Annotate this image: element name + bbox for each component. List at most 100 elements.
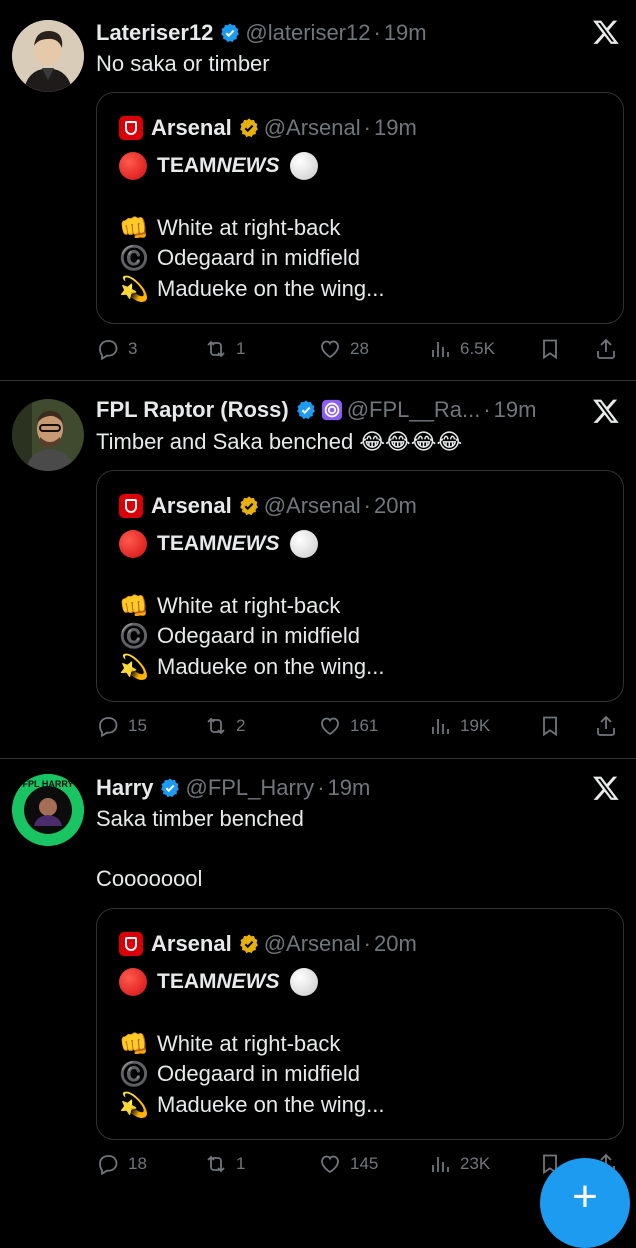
tweet-actions: 18 1 145 23K [96,1148,622,1180]
verified-badge-icon [221,23,240,43]
verified-badge-icon [161,778,180,798]
oncoming-fist-icon: 👊 [119,592,149,620]
fpl-harry-logo-icon: FPL HARRY [12,774,84,846]
oncoming-fist-icon: 👊 [119,214,149,242]
timestamp[interactable]: 19m [494,397,537,423]
repost-button[interactable]: 2 [204,710,245,742]
quoted-timestamp[interactable]: 20m [374,493,417,519]
compose-button[interactable]: + [540,1158,630,1248]
separator-dot: · [317,775,325,800]
quote-line-text: Madueke on the wing... [157,276,385,301]
copyright-icon: ©️ [119,1060,149,1088]
bookmark-button[interactable] [538,333,570,365]
view-count: 23K [460,1154,491,1173]
x-logo-icon[interactable] [592,774,620,802]
like-count: 161 [350,716,379,735]
timestamp[interactable]: 19m [328,775,371,801]
x-logo-icon[interactable] [592,18,620,46]
quoted-tweet[interactable]: Arsenal @Arsenal · 20m TEAM NEWS 👊 White … [96,908,624,1140]
like-button[interactable]: 161 [318,710,378,742]
white-circle-icon [289,152,318,180]
verified-badge-icon [296,400,315,420]
user-handle[interactable]: @FPL__Ra... [347,397,481,423]
repost-button[interactable]: 1 [204,333,245,365]
tweet[interactable]: Lateriser12 @lateriser12 · 19m No saka o… [0,0,636,381]
reply-button[interactable]: 15 [96,710,147,742]
affiliate-badge-icon [321,399,342,421]
views-chart-icon [432,342,449,357]
teamnews-news: NEWS [216,154,280,177]
heart-icon [321,1155,339,1174]
dizzy-icon: 💫 [119,275,149,303]
avatar[interactable]: FPL HARRY [12,774,84,846]
avatar[interactable] [12,20,84,92]
oncoming-fist-icon: 👊 [119,1030,149,1058]
copyright-icon: ©️ [119,622,149,650]
like-count: 28 [350,339,369,358]
avatar-text: FPL HARRY [22,779,73,789]
white-circle-icon [289,968,318,996]
tweet[interactable]: FPL Raptor (Ross) @FPL__Ra... · 19m Timb… [0,381,636,759]
view-count: 19K [460,716,491,735]
quoted-tweet[interactable]: Arsenal @Arsenal · 19m TEAM NEWS 👊 White … [96,92,624,324]
quoted-display-name[interactable]: Arsenal [151,493,232,519]
views-button[interactable]: 6.5K [428,333,495,365]
quote-line-text: Odegaard in midfield [157,1061,361,1086]
separator-dot: · [483,397,491,422]
share-icon [597,338,615,359]
quote-line: 👊 White at right-back [119,591,340,621]
arsenal-crest-icon [119,932,143,956]
display-name[interactable]: Harry [96,775,153,801]
quote-line-text: Odegaard in midfield [157,245,361,270]
teamnews-team: TEAM [157,154,217,177]
red-circle-icon [119,968,147,996]
teamnews-team: TEAM [157,970,217,993]
display-name[interactable]: Lateriser12 [96,20,213,46]
separator-dot: · [363,493,371,518]
avatar[interactable] [12,399,84,471]
quoted-display-name[interactable]: Arsenal [151,115,232,141]
red-circle-icon [119,530,147,558]
quote-line: ©️ Odegaard in midfield [119,621,360,651]
tweet[interactable]: FPL HARRY Harry @FPL_Harry · 19m Saka ti… [0,759,636,1200]
repost-button[interactable]: 1 [204,1148,245,1180]
reply-button[interactable]: 3 [96,333,137,365]
repost-icon [207,340,225,358]
separator-dot: · [363,931,371,956]
quote-line-text: White at right-back [157,1031,341,1056]
quoted-handle[interactable]: @Arsenal [264,115,361,141]
reply-count: 3 [128,339,138,358]
quote-line: ©️ Odegaard in midfield [119,243,360,273]
user-handle[interactable]: @FPL_Harry [185,775,314,801]
quoted-handle[interactable]: @Arsenal [264,931,361,957]
quote-line: ©️ Odegaard in midfield [119,1059,360,1089]
quoted-display-name[interactable]: Arsenal [151,931,232,957]
quoted-tweet[interactable]: Arsenal @Arsenal · 20m TEAM NEWS 👊 White … [96,470,624,702]
bookmark-button[interactable] [538,710,570,742]
teamnews-team: TEAM [157,532,217,555]
share-icon [597,715,615,736]
quoted-timestamp[interactable]: 20m [374,931,417,957]
user-handle[interactable]: @lateriser12 [245,20,370,46]
quote-line: 💫 Madueke on the wing... [119,1090,384,1120]
quote-line: 💫 Madueke on the wing... [119,274,384,304]
like-button[interactable]: 28 [318,333,369,365]
views-button[interactable]: 23K [428,1148,490,1180]
reply-button[interactable]: 18 [96,1148,147,1180]
reply-icon [99,717,118,738]
quoted-timestamp[interactable]: 19m [374,115,417,141]
teamnews-news: NEWS [216,970,280,993]
like-button[interactable]: 145 [318,1148,378,1180]
display-name[interactable]: FPL Raptor (Ross) [96,397,289,423]
views-button[interactable]: 19K [428,710,490,742]
timestamp[interactable]: 19m [384,20,427,46]
quoted-handle[interactable]: @Arsenal [264,493,361,519]
separator-dot: · [363,115,371,140]
arsenal-crest-icon [119,116,143,140]
share-button[interactable] [594,333,626,365]
share-button[interactable] [594,710,626,742]
tweet-actions: 3 1 28 6.5K [96,333,622,365]
x-logo-icon[interactable] [592,397,620,425]
reply-count: 15 [128,716,147,735]
heart-icon [321,717,339,736]
